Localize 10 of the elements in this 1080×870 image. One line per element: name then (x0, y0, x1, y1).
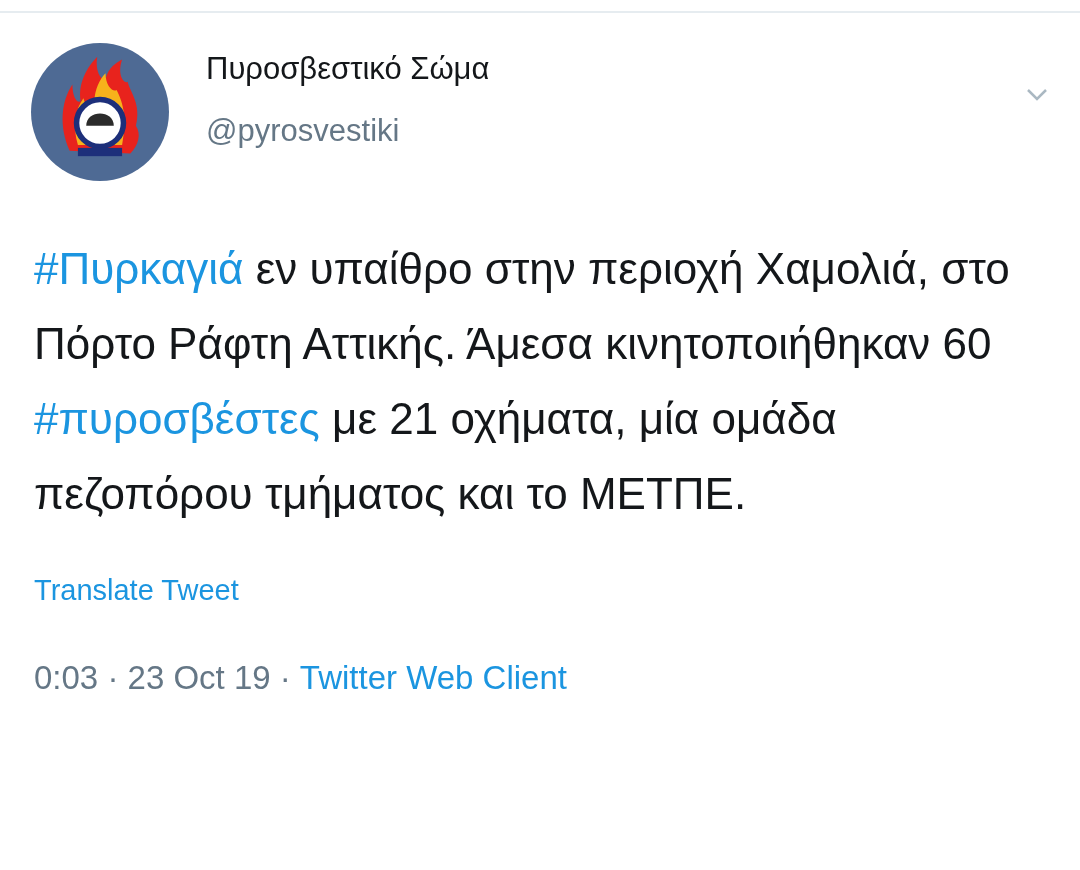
hashtag-link[interactable]: #πυροσβέστες (34, 394, 320, 443)
account-handle[interactable]: @pyrosvestiki (206, 111, 490, 151)
tweet-timestamp: 0:03 · 23 Oct 19 · (34, 657, 291, 698)
hashtag-link[interactable]: #Πυρκαγιά (34, 244, 244, 293)
flame-emblem-icon (31, 43, 169, 181)
chevron-down-icon[interactable] (1026, 88, 1048, 102)
source-link[interactable]: Twitter Web Client (299, 652, 567, 702)
account-name[interactable]: Πυροσβεστικό Σώμα (206, 49, 490, 89)
translate-link[interactable]: Translate Tweet (34, 569, 239, 613)
tweet-text: #Πυρκαγιά εν υπαίθρο στην περιοχή Χαμολιά, στο Πόρτο Ράφτη Αττικής. Άμεσα κινητοποιήθηκαν 60 #πυροσβέστες με 21 οχήματα, μία ομάδα πεζοπόρου τμήματος και το ΜΕΤΠΕ. (33, 243, 1011, 520)
